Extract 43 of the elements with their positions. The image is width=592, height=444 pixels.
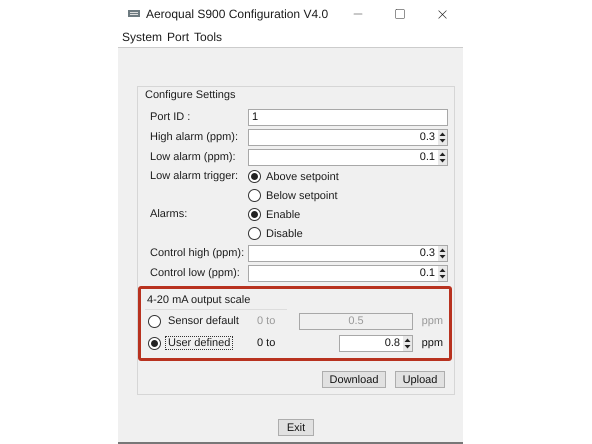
radio-button[interactable]	[148, 336, 161, 350]
radio-label[interactable]: Disable	[266, 228, 303, 240]
field-label: Port ID :	[149, 111, 192, 123]
unit-label: ppm	[420, 315, 443, 327]
menu-item[interactable]: Port	[167, 30, 190, 44]
spinner-arrows-icon[interactable]	[438, 150, 447, 164]
menu-item[interactable]: System	[122, 30, 162, 44]
spinner-field[interactable]: 0.3	[248, 244, 448, 262]
action-button[interactable]: Download	[322, 371, 386, 388]
spinner-arrows-icon[interactable]	[438, 130, 447, 144]
spinner-field[interactable]: 0.1	[248, 264, 448, 282]
spinner-field[interactable]: 0.8	[339, 334, 413, 352]
radio-label[interactable]: Below setpoint	[266, 190, 338, 202]
unit-label: ppm	[420, 337, 443, 349]
field-label: Control high (ppm):	[149, 247, 246, 259]
range-label: 0 to	[257, 315, 276, 327]
radio-label[interactable]: Above setpoint	[266, 170, 339, 182]
radio-button[interactable]	[248, 170, 261, 183]
spinner-field[interactable]: 0.1	[248, 148, 448, 166]
app-icon	[128, 9, 140, 19]
action-button[interactable]: Upload	[395, 371, 445, 388]
group-title: Configure Settings	[145, 89, 236, 101]
field-label: Low alarm (ppm):	[149, 151, 237, 163]
window-title: Aeroqual S900 Configuration V4.0	[146, 7, 330, 21]
exit-button[interactable]: Exit	[278, 419, 314, 436]
field-label: Alarms:	[149, 207, 188, 222]
maximize-icon[interactable]	[394, 8, 406, 20]
radio-label[interactable]: Enable	[266, 208, 300, 220]
spinner-arrows-icon[interactable]	[403, 336, 412, 350]
spinner-arrows-icon[interactable]	[438, 266, 447, 280]
radio-button[interactable]	[248, 208, 261, 221]
range-label: 0 to	[257, 337, 276, 349]
radio-button[interactable]	[248, 227, 261, 240]
field-label: Low alarm trigger:	[149, 169, 240, 184]
input-field[interactable]: 1	[248, 108, 448, 126]
group-title: 4-20 mA output scale	[145, 294, 287, 310]
field-label: High alarm (ppm):	[149, 131, 240, 143]
radio-label[interactable]: User defined	[166, 337, 232, 349]
menu-item[interactable]: Tools	[194, 30, 222, 44]
field-label: Control low (ppm):	[149, 267, 241, 279]
spinner-field[interactable]: 0.3	[248, 128, 448, 146]
spinner-arrows-icon[interactable]	[438, 246, 447, 260]
radio-button[interactable]	[248, 189, 261, 202]
